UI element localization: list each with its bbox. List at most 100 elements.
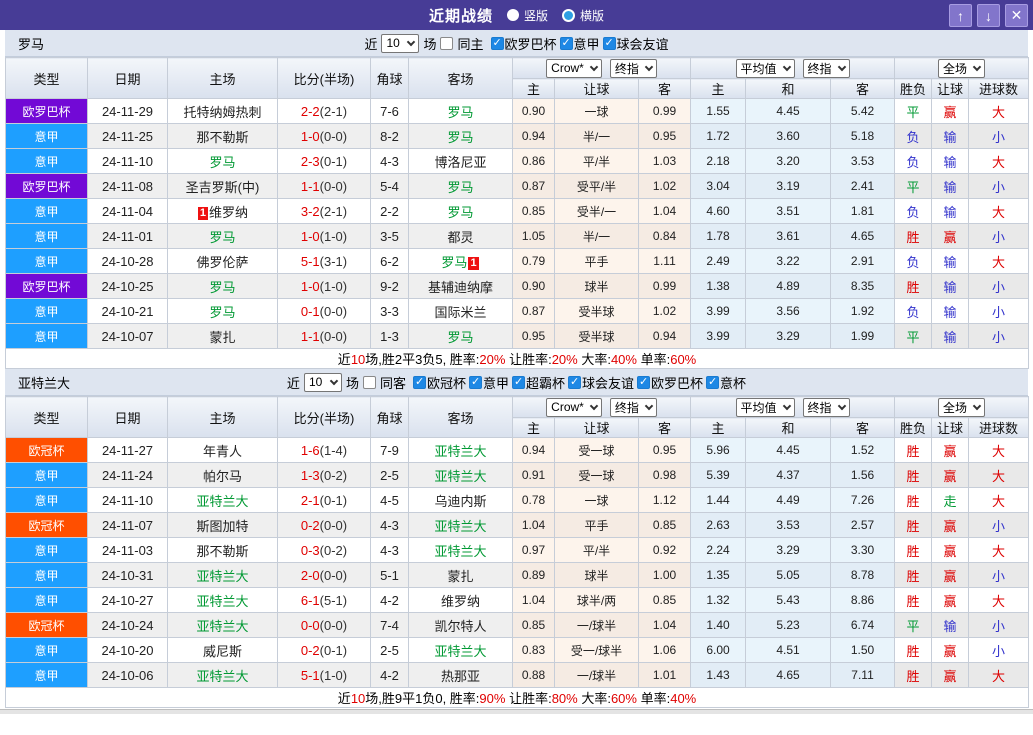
radio-vertical[interactable]: 竖版 bbox=[506, 7, 548, 24]
summary-text: 40% bbox=[610, 352, 637, 367]
handicap-away-odds-cell: 1.04 bbox=[637, 612, 692, 638]
goals-result-cell: 小 bbox=[968, 298, 1030, 324]
league-checkbox[interactable] bbox=[490, 36, 504, 50]
score-cell: 5-1(3-1) bbox=[277, 248, 371, 274]
average-value: 平均值 bbox=[740, 61, 777, 76]
match-count-select[interactable]: 10 bbox=[303, 372, 342, 392]
handicap-result-cell: 输 bbox=[931, 298, 970, 324]
away-team-name: 罗马 bbox=[447, 329, 474, 345]
halftime-score: (1-0) bbox=[319, 667, 348, 683]
score-cell: 1-0(1-0) bbox=[277, 223, 371, 249]
match-count-select[interactable]: 10 bbox=[381, 33, 420, 53]
goals-result-cell: 大 bbox=[968, 462, 1030, 488]
league-checkbox[interactable] bbox=[512, 375, 525, 389]
red-card-badge: 1 bbox=[468, 256, 479, 270]
fulltime-score: 0-2 bbox=[300, 517, 320, 533]
handicap-home-odds-cell: 0.85 bbox=[512, 612, 555, 638]
goals-result-cell: 大 bbox=[968, 98, 1030, 124]
scope-select[interactable]: 全场 bbox=[938, 397, 986, 417]
move-up-button[interactable]: ↑ bbox=[949, 4, 972, 27]
radio-horizontal[interactable]: 横版 bbox=[562, 7, 604, 24]
final-odds-select-a[interactable]: 终指 bbox=[609, 58, 657, 78]
match-row: 意甲 24-11-24 帕尔马 1-3(0-2) 2-5 亚特兰大 0.91 受一球 0.98 5… bbox=[5, 462, 1030, 488]
league-filter-item: 意杯 bbox=[706, 373, 746, 392]
odds-company-select[interactable]: Crow* bbox=[546, 58, 602, 78]
avg-draw-odds-cell: 4.49 bbox=[745, 487, 832, 513]
handicap-result-cell: 赢 bbox=[931, 512, 970, 538]
summary-text: 近 bbox=[337, 691, 351, 706]
avg-home-odds-cell: 1.32 bbox=[690, 587, 747, 613]
same-venue-checkbox[interactable] bbox=[440, 36, 454, 50]
red-card-badge: 1 bbox=[197, 206, 209, 220]
league-filter-item: 球会友谊 bbox=[568, 373, 634, 392]
outcome-result-cell: 平 bbox=[894, 612, 933, 638]
match-row: 意甲 24-11-04 1 维罗纳 3-2(2-1) 2-2 罗马 0.85 受半/一 1.04 4… bbox=[5, 198, 1030, 224]
handicap-home-odds-cell: 0.88 bbox=[512, 662, 555, 688]
halftime-score: (2-1) bbox=[319, 203, 348, 219]
avg-home-odds-cell: 1.43 bbox=[690, 662, 747, 688]
final-odds-select-b[interactable]: 终指 bbox=[802, 397, 850, 417]
league-filters: 欧冠杯意甲 超霸杯球会友谊欧罗巴杯意杯 bbox=[410, 373, 746, 392]
away-team-name: 亚特兰大 bbox=[434, 543, 487, 559]
filter-bar: 近 10 场 同主 欧罗巴杯意甲球会友谊 bbox=[5, 33, 1028, 53]
matches-unit-label: 场 bbox=[423, 36, 437, 52]
corners-cell: 2-5 bbox=[370, 637, 409, 663]
goals-result-cell: 小 bbox=[968, 173, 1030, 199]
home-team-name: 帕尔马 bbox=[202, 468, 242, 484]
scope-select[interactable]: 全场 bbox=[938, 58, 986, 78]
final-odds-select-b[interactable]: 终指 bbox=[802, 58, 850, 78]
date-cell: 24-11-07 bbox=[87, 512, 168, 538]
avg-home-odds-cell: 5.96 bbox=[690, 437, 747, 463]
league-checkbox[interactable] bbox=[568, 375, 582, 389]
league-cell: 意甲 bbox=[5, 662, 88, 688]
handicap-away-odds-cell: 1.11 bbox=[637, 248, 692, 274]
league-cell: 欧冠杯 bbox=[5, 512, 88, 538]
league-checkbox[interactable] bbox=[602, 36, 616, 50]
date-cell: 24-11-01 bbox=[87, 223, 168, 249]
average-select[interactable]: 平均值 bbox=[735, 397, 795, 417]
corners-cell: 8-2 bbox=[370, 123, 409, 149]
halftime-score: (1-0) bbox=[319, 278, 348, 294]
match-row: 欧冠杯 24-11-07 斯图加特 0-2(0-0) 4-3 亚特兰大 1.04 平手 0.85… bbox=[5, 512, 1030, 538]
handicap-home-odds-cell: 0.94 bbox=[512, 123, 555, 149]
corners-cell: 4-2 bbox=[370, 662, 409, 688]
league-cell: 意甲 bbox=[5, 223, 88, 249]
close-button[interactable]: ✕ bbox=[1005, 4, 1028, 27]
outcome-result-cell: 胜 bbox=[894, 223, 933, 249]
handicap-line-cell: 球半 bbox=[554, 273, 639, 299]
away-team-name: 罗马 bbox=[447, 104, 474, 120]
away-team-cell: 蒙扎 bbox=[408, 562, 513, 588]
date-cell: 24-11-03 bbox=[87, 537, 168, 563]
corners-cell: 5-1 bbox=[370, 562, 409, 588]
league-checkbox[interactable] bbox=[559, 36, 573, 50]
match-row: 意甲 24-10-07 蒙扎 1-1(0-0) 1-3 罗马 0.95 受半球 0.94 3.99… bbox=[5, 323, 1030, 349]
summary-text: 20% bbox=[479, 352, 506, 367]
odds-company-select[interactable]: Crow* bbox=[546, 397, 602, 417]
avg-home-odds-cell: 1.40 bbox=[690, 612, 747, 638]
col-header-type: 类型 bbox=[5, 57, 88, 99]
col-header-type: 类型 bbox=[5, 396, 88, 438]
away-team-name: 亚特兰大 bbox=[434, 468, 487, 484]
score-cell: 6-1(5-1) bbox=[277, 587, 371, 613]
league-checkbox[interactable] bbox=[637, 375, 651, 389]
final-odds-select-a[interactable]: 终指 bbox=[609, 397, 657, 417]
summary-text: 单率: bbox=[636, 352, 671, 367]
avg-draw-odds-cell: 5.43 bbox=[745, 587, 832, 613]
date-cell: 24-10-06 bbox=[87, 662, 168, 688]
away-team-cell: 罗马 bbox=[408, 98, 513, 124]
corners-cell: 3-3 bbox=[370, 298, 409, 324]
final-odds-value-a: 终指 bbox=[614, 400, 639, 415]
goals-result-cell: 小 bbox=[968, 512, 1030, 538]
handicap-away-odds-cell: 0.95 bbox=[637, 123, 692, 149]
move-down-button[interactable]: ↓ bbox=[977, 4, 1000, 27]
home-team-cell: 亚特兰大 bbox=[167, 587, 278, 613]
average-select[interactable]: 平均值 bbox=[735, 58, 795, 78]
league-checkbox[interactable] bbox=[706, 375, 720, 389]
league-checkbox[interactable] bbox=[412, 375, 426, 389]
same-venue-checkbox[interactable] bbox=[362, 375, 376, 389]
league-label: 球会友谊 bbox=[616, 36, 669, 52]
radio-selected-icon bbox=[506, 9, 519, 21]
corners-cell: 7-4 bbox=[370, 612, 409, 638]
league-checkbox[interactable] bbox=[468, 375, 482, 389]
home-team-cell: 圣吉罗斯(中) bbox=[167, 173, 278, 199]
